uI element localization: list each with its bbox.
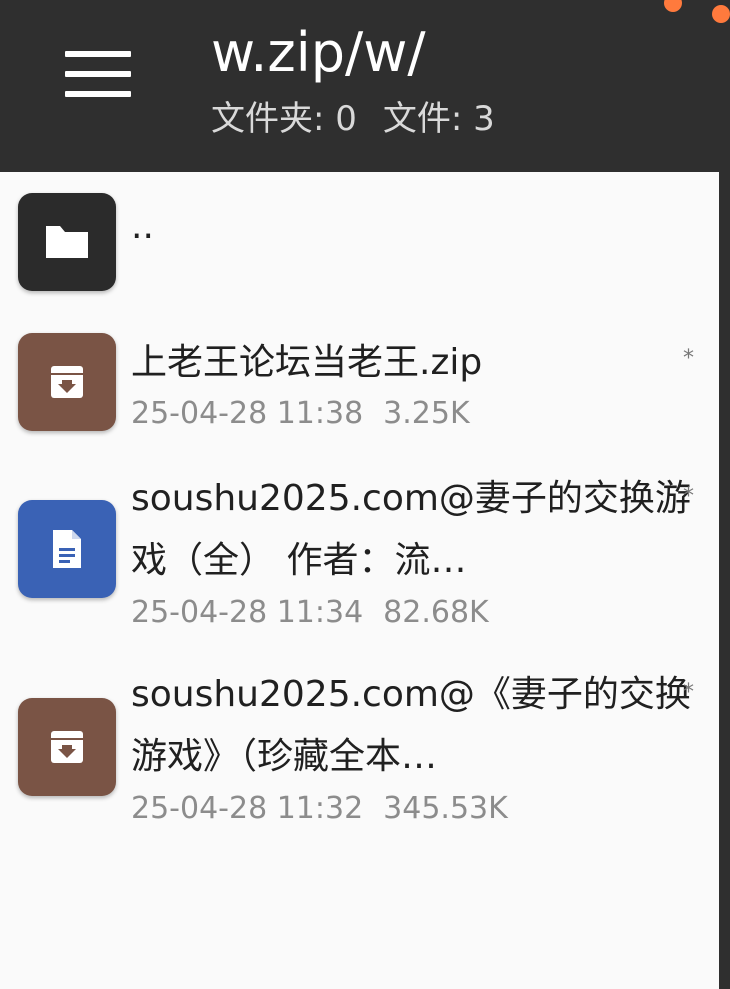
file-meta: 25-04-28 11:34 82.68K xyxy=(131,593,489,633)
file-meta: 25-04-28 11:38 3.25K xyxy=(131,394,470,434)
list-item[interactable]: soushu2025.com@《妻子的交换游戏》（珍藏全本… 25-04-28 … xyxy=(0,666,719,836)
file-name: soushu2025.com@《妻子的交换游戏》（珍藏全本… xyxy=(131,674,691,777)
list-item[interactable]: 上老王论坛当老王.zip 25-04-28 11:38 3.25K * xyxy=(0,312,719,452)
notification-dot xyxy=(664,0,682,12)
archive-icon xyxy=(18,698,116,796)
list-item-parent-folder[interactable]: .. xyxy=(0,172,719,302)
file-size: 82.68K xyxy=(383,595,489,630)
file-meta: 25-04-28 11:32 345.53K xyxy=(131,789,508,829)
file-name: soushu2025.com@妻子的交换游戏（全） 作者：流… xyxy=(131,478,691,581)
file-name: 上老王论坛当老王.zip xyxy=(131,342,483,383)
page-title: w.zip/w/ xyxy=(211,21,426,84)
menu-button[interactable] xyxy=(50,36,146,112)
document-icon xyxy=(18,500,116,598)
file-date: 25-04-28 11:38 xyxy=(131,396,364,431)
file-count: 文件: 3 xyxy=(382,99,495,139)
top-toolbar: w.zip/w/ 文件夹: 0 文件: 3 xyxy=(0,0,730,172)
file-date: 25-04-28 11:32 xyxy=(131,791,364,826)
folder-count: 文件夹: 0 xyxy=(211,99,357,139)
file-list: .. 上老王论坛当老王.zip 25-04-28 11:38 3.25K * s… xyxy=(0,172,719,989)
file-date: 25-04-28 11:34 xyxy=(131,595,364,630)
file-name: .. xyxy=(131,206,154,247)
list-item[interactable]: soushu2025.com@妻子的交换游戏（全） 作者：流… 25-04-28… xyxy=(0,470,719,640)
file-browser-app: w.zip/w/ 文件夹: 0 文件: 3 .. 上老王论坛当老王.zip 25… xyxy=(0,0,730,989)
file-size: 3.25K xyxy=(383,396,470,431)
star-marker: * xyxy=(683,346,694,371)
star-marker: * xyxy=(683,484,694,509)
item-counts: 文件夹: 0 文件: 3 xyxy=(211,96,495,142)
star-marker: * xyxy=(683,680,694,705)
menu-icon-bar xyxy=(65,51,131,57)
notification-dot xyxy=(712,5,730,23)
menu-icon-bar xyxy=(65,71,131,77)
menu-icon-bar xyxy=(65,91,131,97)
file-size: 345.53K xyxy=(383,791,508,826)
archive-icon xyxy=(18,333,116,431)
folder-icon xyxy=(18,193,116,291)
scrollbar[interactable] xyxy=(719,172,730,989)
